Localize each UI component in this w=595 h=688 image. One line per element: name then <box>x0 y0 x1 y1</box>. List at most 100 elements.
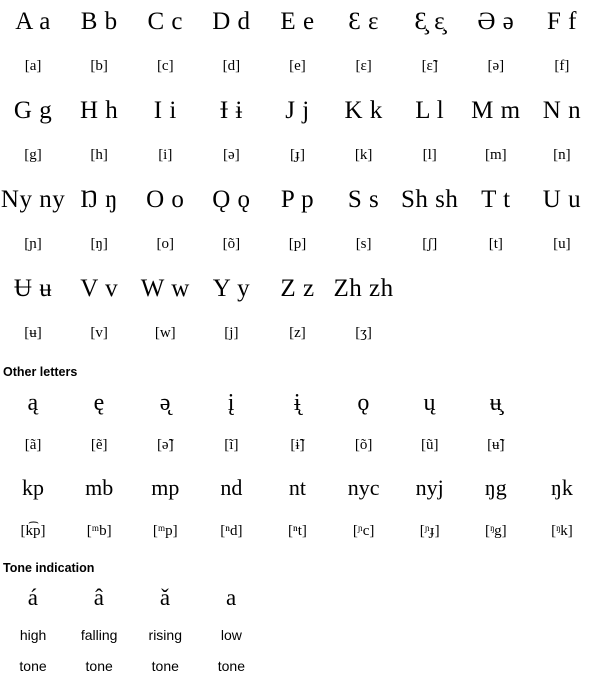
ipa-cell: [ã] <box>24 437 42 453</box>
ipa-cell: [ũ] <box>420 437 439 453</box>
ipa-cell: [ʒ] <box>355 325 372 341</box>
letter-cell: B b <box>80 8 118 35</box>
letter-cell-empty <box>463 267 529 311</box>
other-letters-row-clusters: kp mb mp nd nt nyc nyj ŋg ŋk <box>0 464 595 512</box>
cluster-cell: nt <box>288 475 307 500</box>
letter-cell: Ʉ ʉ <box>13 275 53 302</box>
letter-cell: ǫ <box>357 390 370 416</box>
ipa-cell: [ə] <box>487 58 505 74</box>
ipa-cell: [ɲ] <box>24 236 42 252</box>
tone-indication-heading: Tone indication <box>3 561 95 575</box>
tone-label-cell-empty <box>397 620 463 651</box>
tone-label-row-line1: high falling rising low <box>0 620 595 651</box>
alphabet-row-ipa: [ʉ] [v] [w] [j] [z] [ʒ] <box>0 311 595 356</box>
letter-cell: D d <box>212 8 251 35</box>
letter-cell: O o <box>146 186 185 213</box>
letter-cell: T t <box>481 186 511 213</box>
tone-label-cell: tone <box>151 658 179 674</box>
ipa-cell-empty <box>397 311 463 356</box>
tone-label-cell-empty <box>529 651 595 682</box>
alphabet-row-letters: G g H h I i Ɨ ɨ J j K k L l M m N n <box>0 89 595 133</box>
letter-cell: ɨ̨ <box>293 390 302 416</box>
ipa-cell: [ⁿt] <box>288 523 307 539</box>
alphabet-row-letters: Ny ny Ŋ ŋ O o Ǫ ǫ P p S s Sh sh T t U u <box>0 178 595 222</box>
letter-cell: ą <box>27 390 39 416</box>
tone-label-cell-empty <box>529 620 595 651</box>
tone-label-cell-empty <box>397 651 463 682</box>
ipa-cell: [a] <box>24 58 42 74</box>
alphabet-chart: A a B b C c D d E e Ɛ ɛ Ɛ̧ ɛ̧ Ə ə F f [a… <box>0 0 595 682</box>
tone-mark-cell: á <box>27 585 39 610</box>
tone-mark-cell: ǎ <box>159 585 171 610</box>
tone-label-row-line2: tone tone tone tone <box>0 651 595 682</box>
letter-cell: H h <box>80 97 119 124</box>
other-letters-row-clusters-ipa: [k͡p] [ᵐb] [ᵐp] [ⁿd] [ⁿt] [ᶮc] [ᶮɟ] [ᵑg]… <box>0 512 595 550</box>
ipa-cell: [ə] <box>223 147 240 163</box>
ipa-cell: [m] <box>484 147 507 163</box>
cluster-cell: nyj <box>415 475 444 500</box>
tone-label-cell-empty <box>264 620 330 651</box>
tone-label-cell: falling <box>80 627 118 643</box>
ipa-cell: [h] <box>90 147 108 163</box>
letter-cell: C c <box>147 8 184 35</box>
ipa-cell: [ɨ̃] <box>290 437 305 453</box>
ipa-cell: [w] <box>154 325 176 341</box>
letter-cell: M m <box>471 97 521 124</box>
letter-cell: į <box>227 390 235 416</box>
ipa-cell: [ẽ] <box>90 437 108 453</box>
letter-cell: S s <box>347 186 380 213</box>
ipa-cell: [j] <box>224 325 239 341</box>
alphabet-row-letters: Ʉ ʉ V v W w Y y Z z Zh zh <box>0 267 595 311</box>
letter-cell: Ɨ ɨ <box>219 97 243 124</box>
ipa-cell: [l] <box>422 147 437 163</box>
ipa-cell: [ⁿd] <box>220 523 243 539</box>
tone-label-cell: tone <box>19 658 47 674</box>
tone-label-cell-empty <box>331 651 397 682</box>
letter-cell-empty <box>529 267 595 311</box>
cluster-cell: nyc <box>347 475 380 500</box>
tone-label-cell: tone <box>85 658 113 674</box>
ipa-cell: [s] <box>355 236 372 252</box>
ipa-cell: [ᵑk] <box>551 523 573 539</box>
ipa-cell: [e] <box>289 58 306 74</box>
other-letters-row-vowels-ipa: [ã] [ẽ] [ə̃] [ĩ] [ɨ̃] [õ] [ũ] [ʉ̃] <box>0 426 595 464</box>
alphabet-row-ipa: [a] [b] [c] [d] [e] [ɛ] [ɛ̃] [ə] [f] <box>0 44 595 89</box>
ipa-cell-empty <box>529 311 595 356</box>
ipa-cell-empty <box>463 311 529 356</box>
ipa-cell: [k͡p] <box>20 523 46 539</box>
ipa-cell: [ᶮc] <box>352 523 375 539</box>
ipa-cell: [ɛ̃] <box>421 58 438 74</box>
cluster-cell: mb <box>85 475 114 500</box>
letter-cell-empty <box>397 267 463 311</box>
letter-cell: G g <box>13 97 53 124</box>
tone-label-cell-empty <box>331 620 397 651</box>
ipa-cell: [v] <box>90 325 108 341</box>
ipa-cell: [ᵑg] <box>484 523 507 539</box>
ipa-cell: [i] <box>158 147 173 163</box>
tone-label-cell-empty <box>264 651 330 682</box>
ipa-cell: [ʃ] <box>422 236 438 252</box>
letter-cell: Z z <box>280 275 315 302</box>
ipa-cell-empty <box>529 426 595 464</box>
letter-cell: Ǫ ǫ <box>212 186 251 213</box>
tone-label-cell: rising <box>148 627 182 643</box>
letter-cell: L l <box>415 97 445 124</box>
letter-cell: Ny ny <box>0 186 66 213</box>
letter-cell: J j <box>285 97 310 124</box>
letter-cell: Ŋ ŋ <box>80 186 118 213</box>
tone-mark-cell: â <box>93 585 105 610</box>
letter-cell: Ɛ ɛ <box>348 8 379 35</box>
ipa-cell: [p] <box>288 236 307 252</box>
tone-label-cell-empty <box>463 620 529 651</box>
ipa-cell: [k] <box>354 147 373 163</box>
cluster-cell: nd <box>220 475 243 500</box>
letter-cell: F f <box>546 8 577 35</box>
ipa-cell: [ʉ] <box>24 325 42 341</box>
other-letters-row-vowels: ą ę ǝ̨ į ɨ̨ ǫ ų ʉ̧ <box>0 380 595 426</box>
ipa-cell: [b] <box>90 58 108 74</box>
letter-cell: P p <box>280 186 315 213</box>
ipa-cell: [ᶮɟ] <box>419 523 440 539</box>
tone-indication-section: Tone indication á â ǎ a high falling ris… <box>0 560 595 682</box>
tone-label-cell: tone <box>217 658 245 674</box>
